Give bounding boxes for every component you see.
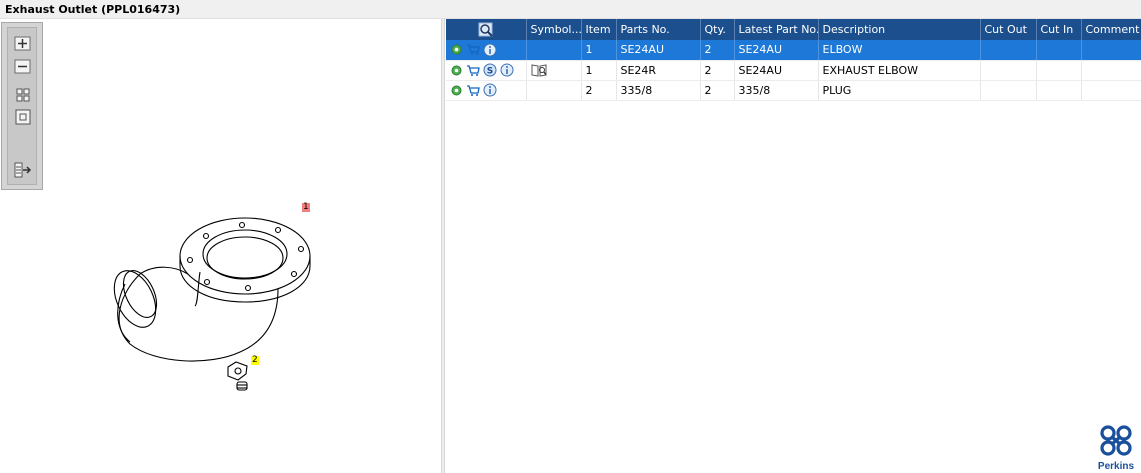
table-row[interactable]: 2 335/8 2 335/8 PLUG — [446, 80, 1141, 101]
column-header-item[interactable]: Item — [581, 19, 617, 40]
viewer-toolbar — [1, 22, 43, 190]
info-icon[interactable] — [483, 83, 497, 97]
svg-text:S: S — [487, 67, 493, 77]
cell-symbol — [526, 40, 582, 61]
column-header-parts-no[interactable]: Parts No. — [616, 19, 701, 40]
column-header-symbol[interactable]: Symbol... — [526, 19, 582, 40]
cell-parts-no: SE24AU — [616, 40, 701, 61]
cell-cut-out — [980, 40, 1037, 61]
column-header-description[interactable]: Description — [818, 19, 981, 40]
square-fit-icon — [15, 109, 31, 125]
cell-comment — [1081, 80, 1141, 101]
cell-latest-part-no: SE24AU — [734, 60, 819, 81]
cell-qty: 2 — [700, 40, 735, 61]
symbol-book-icon[interactable] — [531, 63, 547, 77]
cell-description: ELBOW — [818, 40, 981, 61]
cell-cut-in — [1036, 60, 1082, 81]
window-title: Exhaust Outlet (PPL016473) — [5, 3, 181, 16]
column-header-cut-out[interactable]: Cut Out — [980, 19, 1037, 40]
callout-2[interactable]: 2 — [251, 356, 259, 365]
cell-parts-no: SE24R — [616, 60, 701, 81]
info-icon[interactable] — [500, 63, 514, 77]
cell-description: PLUG — [818, 80, 981, 101]
cell-item: 1 — [581, 60, 617, 81]
cart-icon[interactable] — [466, 84, 480, 97]
window-titlebar: Exhaust Outlet (PPL016473) — [0, 0, 1141, 19]
pane-splitter[interactable] — [441, 19, 445, 473]
cell-latest-part-no: SE24AU — [734, 40, 819, 61]
perkins-logo-mark — [1100, 425, 1132, 456]
cart-icon[interactable] — [466, 64, 480, 77]
info-icon[interactable] — [483, 43, 497, 57]
parts-table: Symbol... Item Parts No. Qty. Latest Par… — [446, 19, 1141, 101]
cell-description: EXHAUST ELBOW — [818, 60, 981, 81]
cell-latest-part-no: 335/8 — [734, 80, 819, 101]
list-arrow-icon — [14, 162, 32, 178]
column-header-qty[interactable]: Qty. — [700, 19, 735, 40]
brand-name: Perkins — [1097, 461, 1135, 472]
cell-cut-in — [1036, 40, 1082, 61]
drawing-pane[interactable]: 1 2 — [0, 19, 441, 473]
cell-parts-no: 335/8 — [616, 80, 701, 101]
callout-1[interactable]: 1 — [302, 203, 310, 212]
row-actions: S — [446, 60, 527, 81]
cell-comment — [1081, 60, 1141, 81]
cell-item: 1 — [581, 40, 617, 61]
search-list-icon — [478, 22, 493, 37]
supersession-icon[interactable]: S — [483, 63, 497, 77]
cell-symbol — [526, 80, 582, 101]
gear-icon[interactable] — [450, 64, 463, 77]
cell-comment — [1081, 40, 1141, 61]
table-row[interactable]: 1 SE24AU 2 SE24AU ELBOW — [446, 40, 1141, 61]
grid-fit-icon — [16, 88, 30, 102]
row-actions — [446, 80, 527, 101]
zoom-out-button[interactable] — [13, 57, 33, 77]
column-header-cut-in[interactable]: Cut In — [1036, 19, 1082, 40]
cart-icon[interactable] — [466, 43, 480, 56]
zoom-out-icon — [14, 59, 31, 74]
parts-list-pane: Symbol... Item Parts No. Qty. Latest Par… — [446, 19, 1141, 473]
table-row[interactable]: S 1 SE24R 2 SE24AU EXHAUST ELBOW — [446, 60, 1141, 81]
gear-icon[interactable] — [450, 84, 463, 97]
cell-qty: 2 — [700, 80, 735, 101]
cell-cut-out — [980, 60, 1037, 81]
column-header-comment[interactable]: Comment — [1081, 19, 1141, 40]
cell-cut-in — [1036, 80, 1082, 101]
table-header-row: Symbol... Item Parts No. Qty. Latest Par… — [446, 19, 1141, 40]
gear-icon[interactable] — [450, 43, 463, 56]
fit-all-button[interactable] — [13, 85, 33, 105]
row-actions — [446, 40, 527, 61]
cell-qty: 2 — [700, 60, 735, 81]
cell-item: 2 — [581, 80, 617, 101]
cell-symbol[interactable] — [526, 60, 582, 81]
zoom-in-icon — [14, 36, 31, 51]
toggle-list-button[interactable] — [13, 160, 33, 180]
perkins-logo: Perkins — [1095, 424, 1137, 472]
fit-window-button[interactable] — [13, 107, 33, 127]
column-header-latest-part-no[interactable]: Latest Part No. — [734, 19, 819, 40]
column-header-actions[interactable] — [446, 19, 527, 40]
zoom-in-button[interactable] — [13, 34, 33, 54]
cell-cut-out — [980, 80, 1037, 101]
exhaust-elbow-drawing[interactable] — [100, 194, 320, 394]
